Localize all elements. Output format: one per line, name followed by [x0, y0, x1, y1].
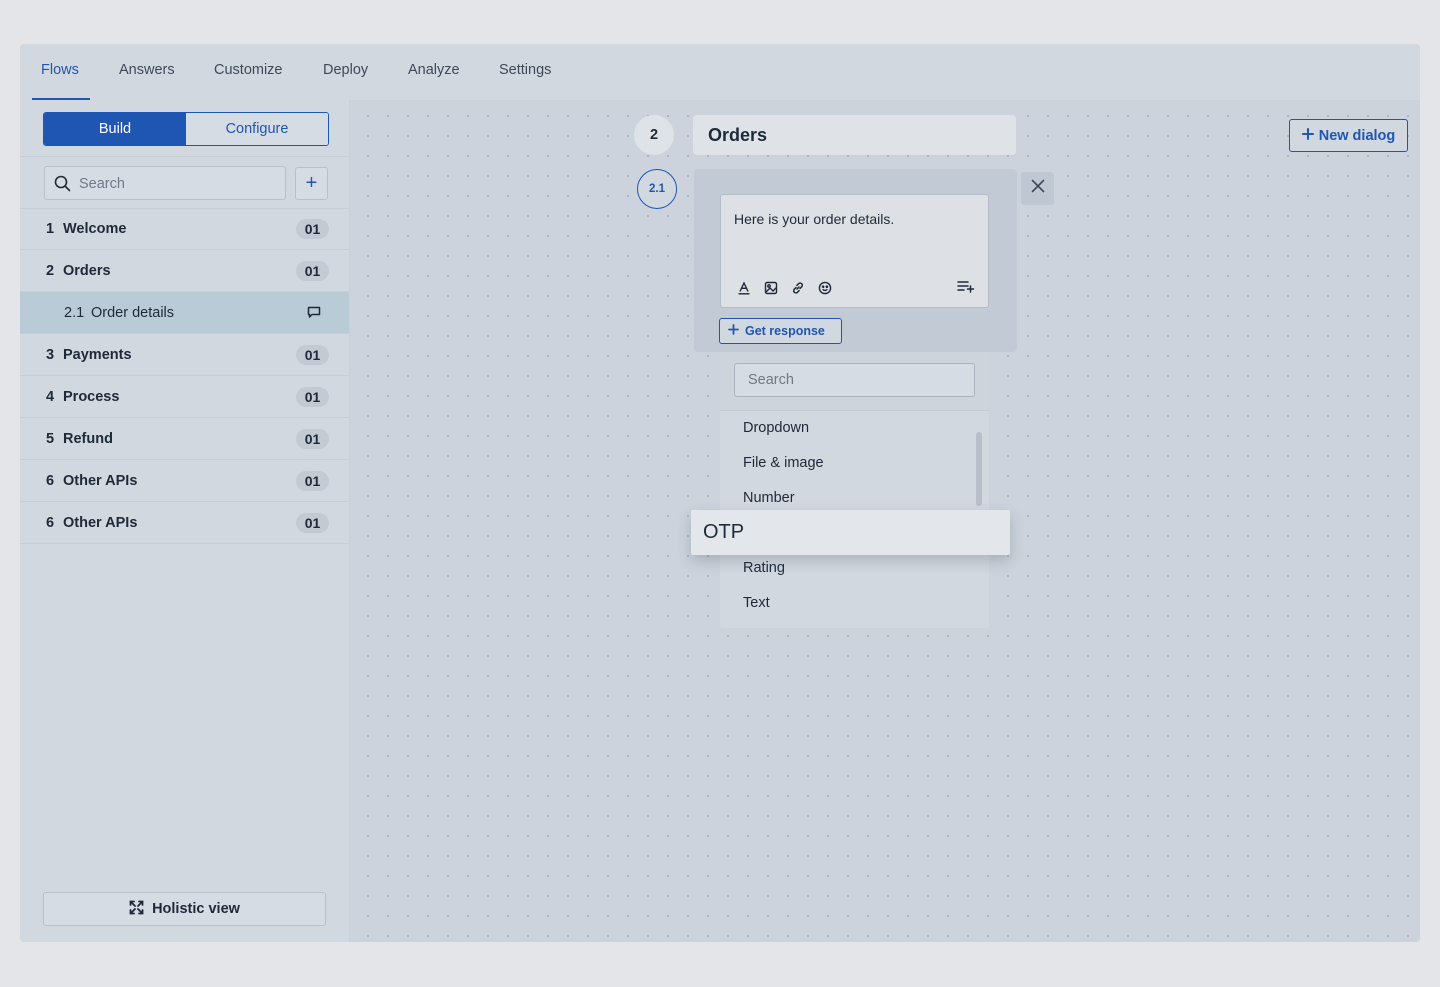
flow-count-badge: 01	[296, 471, 329, 491]
divider	[20, 156, 349, 157]
get-response-label: Get response	[745, 324, 825, 338]
flow-number: 5	[46, 431, 55, 447]
flow-number: 6	[46, 473, 55, 489]
flow-list: 1 Welcome 01 2 Orders 01 2.1 Order detai…	[20, 208, 349, 544]
tab-settings[interactable]: Settings	[499, 62, 551, 78]
tab-flows[interactable]: Flows	[41, 62, 79, 78]
flow-count-badge: 01	[296, 345, 329, 365]
flow-count-badge: 01	[296, 219, 329, 239]
holistic-view-button[interactable]: Holistic view	[43, 892, 326, 926]
plus-icon	[1301, 127, 1314, 144]
flow-number: 2	[46, 263, 55, 279]
dropdown-scrollbar[interactable]	[976, 432, 982, 506]
flow-label: Order details	[91, 305, 175, 321]
flow-count-badge: 01	[296, 429, 329, 449]
node-number: 2	[634, 115, 674, 155]
get-response-button[interactable]: Get response	[719, 318, 842, 344]
message-text[interactable]: Here is your order details.	[734, 211, 894, 227]
close-button[interactable]	[1021, 172, 1054, 205]
flow-item-other-apis[interactable]: 6 Other APIs 01	[20, 460, 349, 502]
flow-item-other-apis[interactable]: 6 Other APIs 01	[20, 502, 349, 544]
flow-number: 6	[46, 515, 55, 531]
message-icon	[307, 306, 321, 324]
dropdown-option[interactable]: Number	[743, 490, 795, 506]
flow-item-order-details[interactable]: 2.1 Order details	[20, 292, 349, 334]
flow-count-badge: 01	[296, 261, 329, 281]
subnode-number: 2.1	[637, 169, 677, 209]
dropdown-option[interactable]: Text	[743, 595, 770, 611]
image-icon[interactable]	[762, 279, 779, 296]
flow-item-payments[interactable]: 3 Payments 01	[20, 334, 349, 376]
flow-label: Other APIs	[63, 515, 138, 531]
new-dialog-label: New dialog	[1318, 127, 1396, 144]
flow-label: Other APIs	[63, 473, 138, 489]
sidebar: Build Configure + 1 Welcome 01 2 Orders …	[20, 100, 350, 942]
response-type-dropdown: Dropdown File & image Number Rating Text	[720, 352, 989, 628]
flow-item-welcome[interactable]: 1 Welcome 01	[20, 208, 349, 250]
mode-toggle: Build Configure	[43, 112, 329, 146]
dropdown-option[interactable]: Rating	[743, 560, 785, 576]
flow-canvas[interactable]: 2 Orders 2.1 Here is your order details.	[350, 100, 1420, 942]
message-editor[interactable]: Here is your order details.	[720, 194, 989, 308]
flow-count-badge: 01	[296, 513, 329, 533]
flow-item-orders[interactable]: 2 Orders 01	[20, 250, 349, 292]
flow-number: 2.1	[64, 305, 85, 321]
tab-answers[interactable]: Answers	[119, 62, 175, 78]
close-icon	[1031, 179, 1045, 198]
expand-icon	[129, 900, 144, 919]
tab-deploy[interactable]: Deploy	[323, 62, 368, 78]
dropdown-search-area	[720, 352, 989, 411]
tab-customize[interactable]: Customize	[214, 62, 283, 78]
new-dialog-button[interactable]: New dialog	[1289, 119, 1408, 152]
dropdown-option[interactable]: Dropdown	[743, 420, 809, 436]
add-list-icon[interactable]	[957, 279, 975, 298]
tab-analyze[interactable]: Analyze	[408, 62, 460, 78]
search-input[interactable]	[77, 173, 281, 195]
dropdown-search-input[interactable]	[734, 363, 975, 397]
flow-item-process[interactable]: 4 Process 01	[20, 376, 349, 418]
plus-icon	[728, 324, 739, 338]
sidebar-search	[44, 166, 286, 200]
format-toolbar	[735, 279, 833, 296]
app-window: Flows Answers Customize Deploy Analyze S…	[20, 44, 1420, 942]
flow-label: Process	[63, 389, 120, 405]
configure-button[interactable]: Configure	[186, 113, 328, 145]
build-button[interactable]: Build	[44, 113, 186, 145]
add-flow-button[interactable]: +	[295, 167, 328, 200]
flow-label: Payments	[63, 347, 132, 363]
flow-label: Orders	[63, 263, 111, 279]
flow-item-refund[interactable]: 5 Refund 01	[20, 418, 349, 460]
flow-number: 1	[46, 221, 55, 237]
search-icon	[54, 175, 71, 197]
flow-label: Refund	[63, 431, 113, 447]
dropdown-option[interactable]: File & image	[743, 455, 824, 471]
node-title[interactable]: Orders	[693, 115, 1016, 155]
flow-count-badge: 01	[296, 387, 329, 407]
holistic-view-label: Holistic view	[152, 901, 240, 917]
flow-number: 3	[46, 347, 55, 363]
top-navigation: Flows Answers Customize Deploy Analyze S…	[20, 44, 1420, 100]
flow-label: Welcome	[63, 221, 127, 237]
link-icon[interactable]	[789, 279, 806, 296]
text-color-icon[interactable]	[735, 279, 752, 296]
plus-icon: +	[305, 172, 318, 194]
dragging-option-otp[interactable]: OTP	[691, 510, 1010, 555]
emoji-icon[interactable]	[816, 279, 833, 296]
flow-number: 4	[46, 389, 55, 405]
